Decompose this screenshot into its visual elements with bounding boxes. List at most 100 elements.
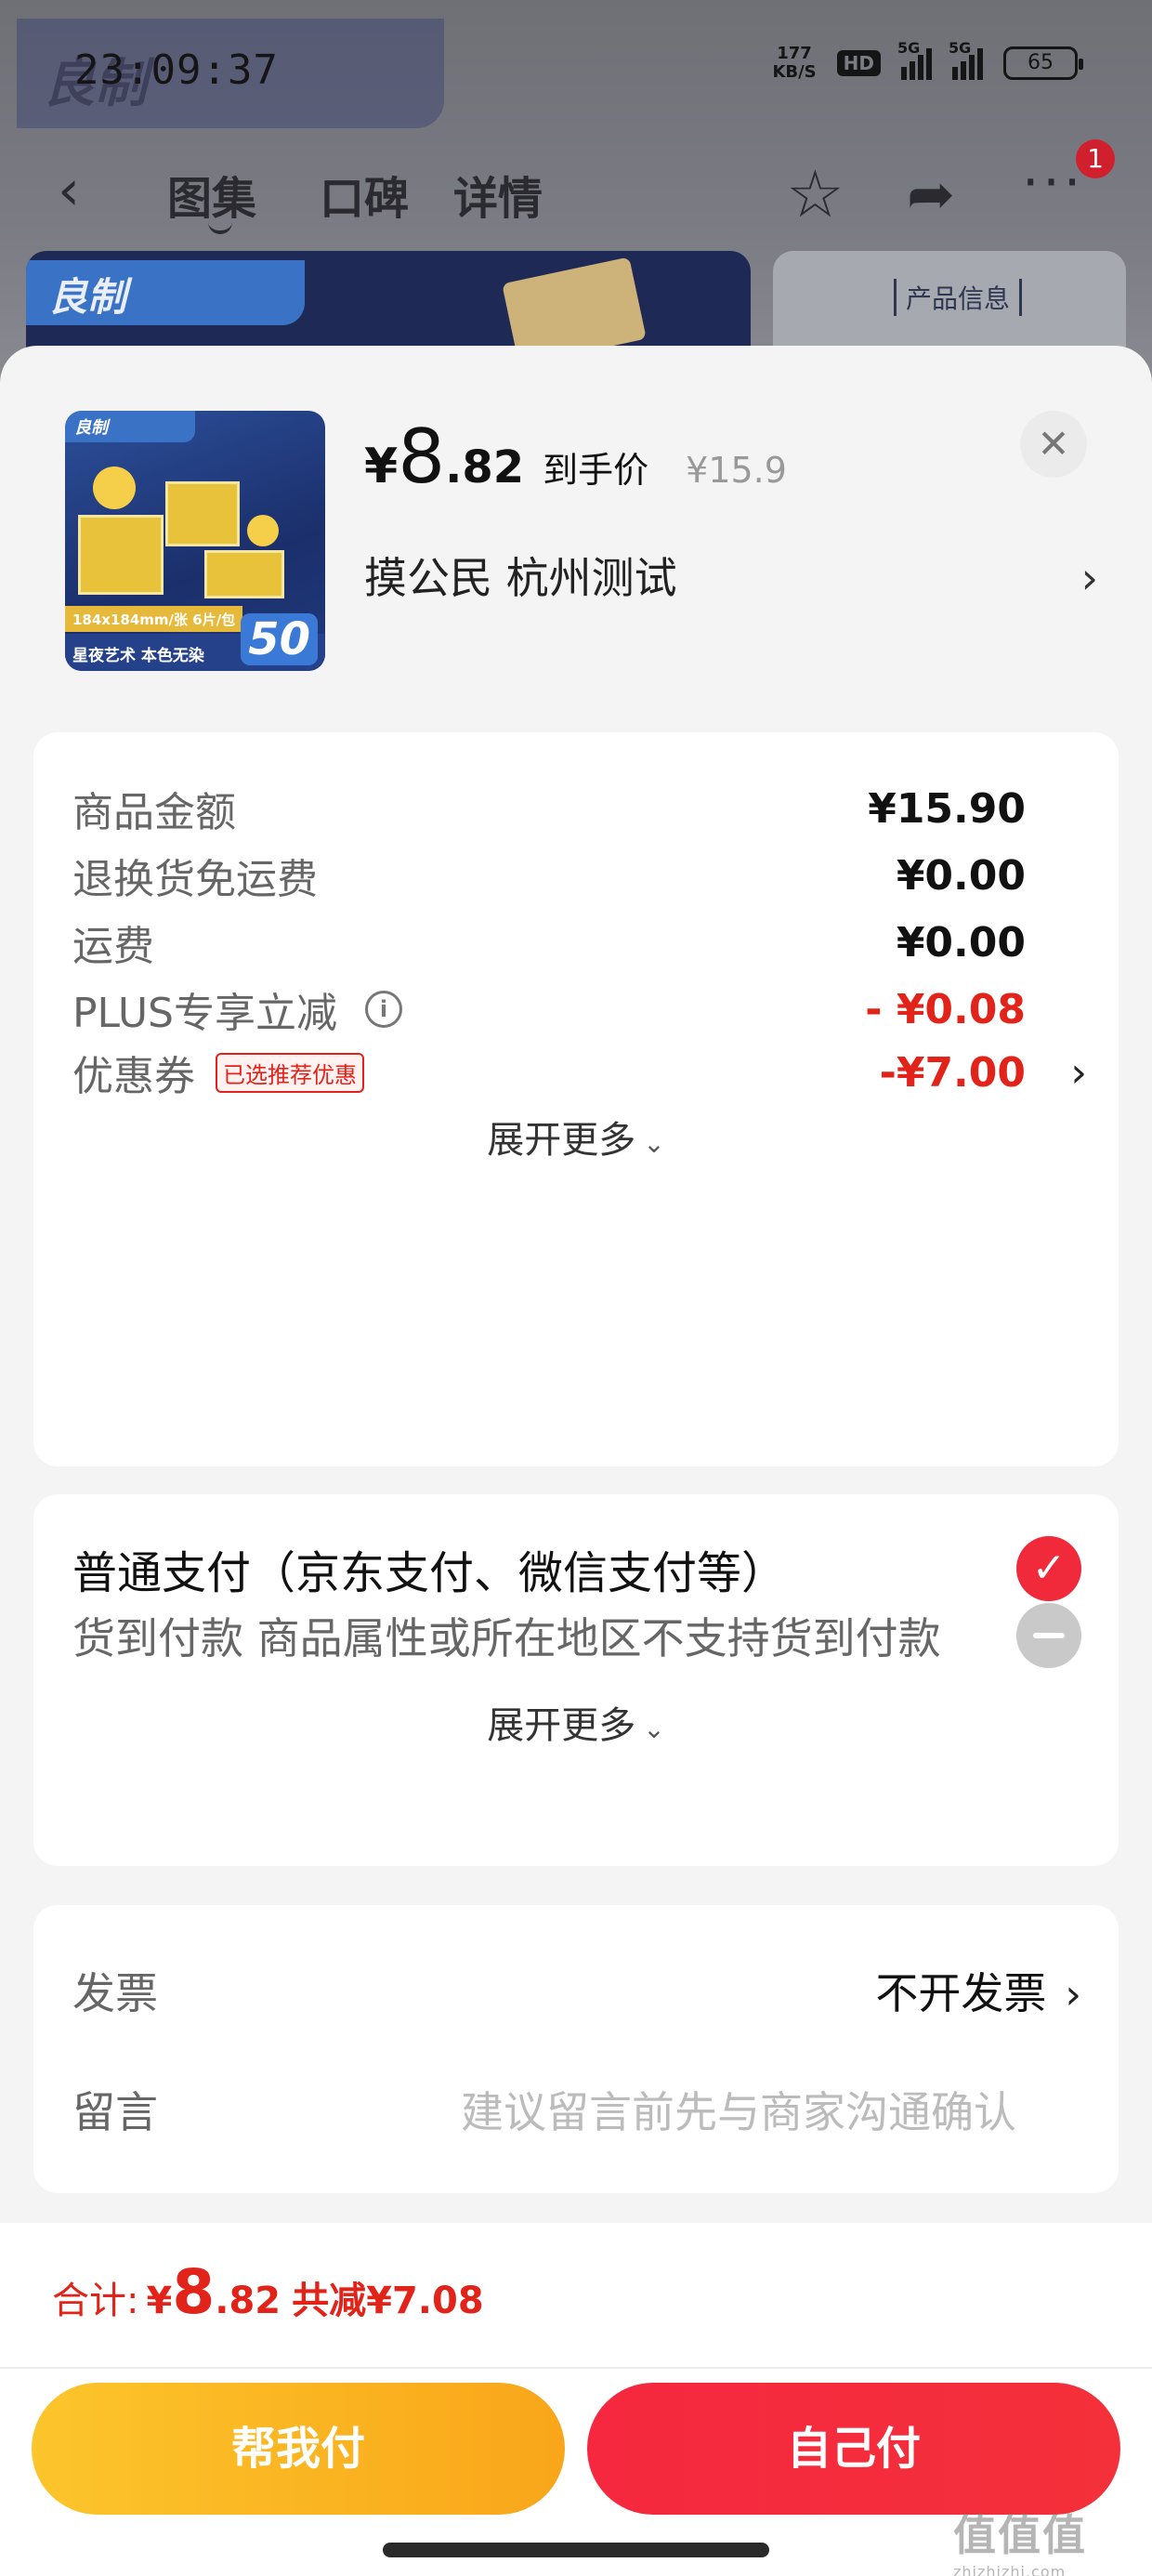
status-time: 23:09:37 <box>74 46 279 94</box>
tab-details[interactable]: 详情 <box>453 162 543 227</box>
thumbnail-tissue-box-2 <box>165 481 240 546</box>
price-row-label-wrap: PLUS专享立减 i <box>72 979 402 1039</box>
signal-strength-icon-2: 5G <box>949 39 983 80</box>
close-button[interactable]: ✕ <box>1020 411 1087 478</box>
address-selector[interactable]: 摸公民 杭州测试 › <box>364 545 1098 611</box>
price-row-value: ¥0.00 <box>896 851 1026 900</box>
background-product-page: 良制 23:09:37 177 KB/S HD 5G 5G 65 ‹ 图集 口碑… <box>0 0 1152 390</box>
coupon-recommended-tag: 已选推荐优惠 <box>216 1052 364 1093</box>
total-label: 合计: <box>52 2280 139 2322</box>
info-icon[interactable]: i <box>365 991 402 1028</box>
price-row-value: -¥7.00 <box>879 1048 1026 1097</box>
star-favorite-icon[interactable]: ☆ <box>786 156 844 232</box>
chevron-down-icon: ⌄ <box>643 1714 665 1744</box>
message-row[interactable]: 留言 建议留言前先与商家沟通确认 <box>72 2072 1081 2147</box>
price-currency: ¥ <box>364 439 399 494</box>
price-row-value: - ¥0.08 <box>865 985 1026 1033</box>
invoice-message-card: 发票 不开发票 › 留言 建议留言前先与商家沟通确认 <box>33 1905 1119 2193</box>
status-bar: 23:09:37 177 KB/S HD 5G 5G 65 <box>0 0 1152 139</box>
battery-icon: 65 <box>1003 46 1083 80</box>
product-summary: 良制 184x184mm/张 6片/包 星夜艺术 本色无染 50 ¥ 8 .82… <box>0 346 1152 727</box>
signal-strength-icon: 5G <box>897 39 932 80</box>
home-indicator[interactable] <box>383 2543 769 2557</box>
message-label: 留言 <box>72 2087 158 2137</box>
price-row-shipping: 运费 ¥0.00 <box>72 914 1026 971</box>
expand-more-payment-button[interactable]: 展开更多 ⌄ <box>33 1695 1119 1749</box>
back-arrow-icon[interactable]: ‹ <box>58 158 80 223</box>
price-row-subtotal: 商品金额 ¥15.90 <box>72 781 1026 837</box>
share-icon[interactable]: ➦ <box>907 160 955 228</box>
invoice-value-wrap: 不开发票 › <box>875 1960 1081 2021</box>
tab-active-indicator <box>208 221 232 234</box>
tab-reviews[interactable]: 口碑 <box>320 162 409 227</box>
total-decimal: .82 <box>215 2280 281 2322</box>
payment-option-cod: 货到付款 商品属性或所在地区不支持货到付款 <box>72 1598 1081 1673</box>
chevron-right-icon: › <box>1065 1971 1081 2018</box>
info-card-label: 产品信息 <box>894 279 1023 316</box>
original-price: ¥15.9 <box>686 450 787 491</box>
expand-more-label: 展开更多 <box>487 1119 636 1162</box>
payment-option-standard[interactable]: 普通支付（京东支付、微信支付等） ✓ <box>72 1531 1081 1606</box>
payment-option-label: 普通支付（京东支付、微信支付等） <box>72 1547 787 1599</box>
battery-level: 65 <box>1028 51 1054 74</box>
expand-more-label: 展开更多 <box>487 1704 636 1747</box>
final-price: ¥ 8 .82 到手价 ¥15.9 <box>364 414 787 500</box>
signal-network-label-2: 5G <box>949 39 972 57</box>
order-total: 合计: ¥ 8 .82 共减¥7.08 <box>52 2262 484 2324</box>
total-saved: 共减¥7.08 <box>292 2280 484 2322</box>
price-row-value: ¥0.00 <box>896 918 1026 966</box>
status-indicators: 177 KB/S HD 5G 5G 65 <box>772 39 1083 82</box>
footer-divider <box>0 2367 1152 2369</box>
price-details-card: 商品金额 ¥15.90 退换货免运费 ¥0.00 运费 ¥0.00 PLUS专享… <box>33 732 1119 1466</box>
checkout-footer: 合计: ¥ 8 .82 共减¥7.08 帮我付 自己付 值值值 zhizhizh… <box>0 2223 1152 2576</box>
price-row-coupon[interactable]: 优惠券 已选推荐优惠 -¥7.00 › <box>72 1045 1087 1101</box>
thumbnail-brand: 良制 <box>65 411 195 442</box>
watermark-glyphs: 值值值 <box>953 2510 1087 2560</box>
price-row-label: 商品金额 <box>72 789 236 836</box>
banner-brand-logo-text: 良制 <box>48 274 127 320</box>
price-row-label: PLUS专享立减 <box>72 990 337 1037</box>
price-row-label: 运费 <box>72 923 154 970</box>
total-currency: ¥ <box>146 2280 173 2322</box>
chevron-right-icon: › <box>1080 553 1098 603</box>
thumbnail-moon-decoration-2 <box>247 515 279 546</box>
price-row-return-shipping: 退换货免运费 ¥0.00 <box>72 848 1026 904</box>
price-row-label: 退换货免运费 <box>72 856 318 903</box>
message-input[interactable]: 建议留言前先与商家沟通确认 <box>461 2079 1016 2140</box>
thumbnail-moon-decoration <box>93 467 136 509</box>
thumbnail-tissue-box-3 <box>204 550 284 598</box>
chevron-down-icon: ⌄ <box>643 1128 665 1159</box>
check-selected-icon[interactable]: ✓ <box>1016 1536 1081 1601</box>
invoice-label: 发票 <box>72 1968 158 2018</box>
network-speed: 177 KB/S <box>772 45 816 82</box>
invoice-value: 不开发票 <box>875 1968 1047 2018</box>
thumbnail-size-text: 184x184mm/张 6片/包 <box>65 606 243 632</box>
notification-badge: 1 <box>1076 139 1115 178</box>
thumbnail-tissue-box <box>78 515 164 595</box>
help-me-pay-button[interactable]: 帮我付 <box>32 2383 565 2515</box>
price-label: 到手价 <box>543 450 649 491</box>
tab-gallery[interactable]: 图集 <box>167 162 256 227</box>
signal-network-label: 5G <box>897 39 921 57</box>
hd-voice-icon: HD <box>836 50 881 76</box>
background-nav-bar: ‹ 图集 口碑 详情 ☆ ➦ ··· 1 <box>0 139 1152 242</box>
network-speed-value: 177 <box>777 44 812 63</box>
price-row-value: ¥15.90 <box>868 784 1026 833</box>
price-row-plus-discount: PLUS专享立减 i - ¥0.08 <box>72 979 1026 1039</box>
expand-more-price-button[interactable]: 展开更多 ⌄ <box>33 1110 1119 1163</box>
site-watermark: 值值值 zhizhizhi.com <box>953 2502 1139 2576</box>
price-integer: 8 <box>398 414 446 500</box>
payment-option-label: 货到付款 商品属性或所在地区不支持货到付款 <box>72 1613 941 1663</box>
product-thumbnail[interactable]: 良制 184x184mm/张 6片/包 星夜艺术 本色无染 50 <box>65 411 325 671</box>
pay-myself-button[interactable]: 自己付 <box>587 2383 1120 2515</box>
address-text: 摸公民 杭州测试 <box>364 553 677 603</box>
invoice-row[interactable]: 发票 不开发票 › <box>72 1953 1081 2028</box>
close-icon: ✕ <box>1037 421 1070 467</box>
watermark-url: zhizhizhi.com <box>953 2563 1067 2576</box>
option-disabled-icon <box>1016 1603 1081 1668</box>
price-row-label: 优惠券 <box>72 1053 195 1100</box>
thumbnail-pack-count: 50 <box>241 613 318 665</box>
network-speed-unit: KB/S <box>772 62 817 82</box>
chevron-right-icon: › <box>1070 1048 1087 1097</box>
price-decimal: .82 <box>445 441 525 493</box>
